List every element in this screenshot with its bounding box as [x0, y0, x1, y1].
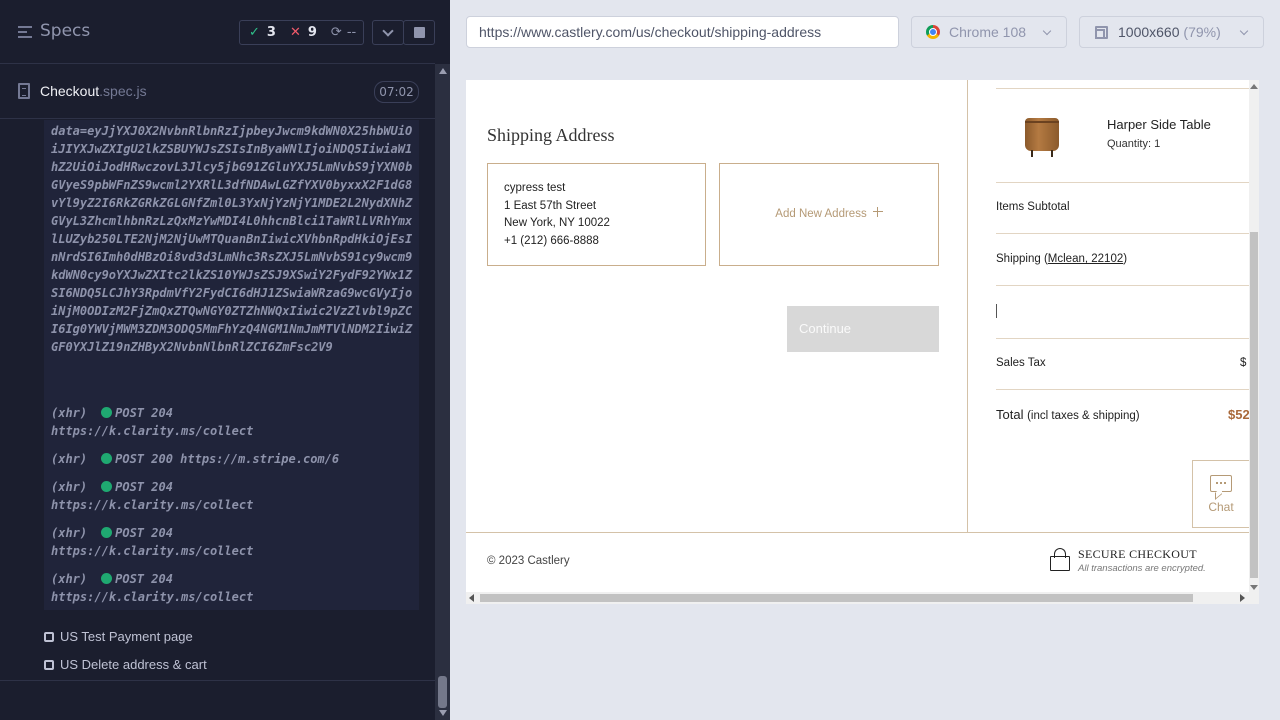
checkbox-icon [44, 660, 54, 670]
scroll-thumb [438, 676, 447, 708]
divider [996, 389, 1249, 390]
log-entry[interactable]: (xhr) POST 204 https://k.clarity.ms/collec… [51, 404, 253, 440]
spec-header[interactable]: Checkout.spec.js 07:02 [0, 65, 435, 119]
status-dot-icon [101, 573, 113, 584]
spec-filename: Checkout.spec.js [40, 83, 147, 99]
chevron-down-icon [1239, 26, 1249, 36]
app-preview: Shipping Address cypress test 1 East 57t… [466, 80, 1259, 604]
document-icon [18, 83, 30, 99]
copyright: © 2023 Castlery [487, 555, 570, 567]
page-title: Shipping Address [487, 125, 615, 145]
chat-bubble-icon [1210, 475, 1232, 492]
secure-checkout-subtitle: All transactions are encrypted. [1078, 563, 1206, 574]
spinner-icon: ⟳ [330, 25, 342, 40]
log-entry[interactable]: (xhr) POST 200 https://m.stripe.com/6 [51, 450, 339, 468]
product-quantity: Quantity: 1 [1107, 138, 1161, 150]
column-divider [967, 80, 968, 532]
status-dot-icon [101, 453, 113, 464]
test-runner-pane: Specs ✓ 3 ✕ 9 ⟳ -- Checkout.spec.js 07:0… [0, 0, 450, 720]
chat-button[interactable]: Chat [1192, 460, 1250, 528]
status-dot-icon [101, 527, 113, 538]
total-value: $52 [1228, 407, 1250, 422]
scrollbar-corner [1249, 592, 1259, 604]
scroll-thumb [480, 594, 1193, 602]
chrome-icon [926, 25, 940, 39]
request-payload: data=eyJjYXJ0X2NvbnRlbnRzIjpbeyJwcm9kdWN… [51, 124, 413, 354]
check-icon: ✓ [249, 25, 260, 40]
sales-tax-value: $ [1240, 357, 1247, 369]
scroll-down-icon [1250, 585, 1258, 590]
test-item[interactable]: US Test Payment page [44, 629, 193, 644]
scroll-left-icon [469, 594, 474, 602]
log-entry[interactable]: (xhr) POST 204 https://k.clarity.ms/collec… [51, 524, 253, 560]
cross-icon: ✕ [289, 25, 301, 40]
subtotal-label: Items Subtotal [996, 201, 1070, 213]
specs-menu-icon[interactable] [18, 26, 32, 38]
product-image [1023, 113, 1061, 157]
chevron-down-icon [382, 25, 394, 37]
test-stats: ✓ 3 ✕ 9 ⟳ -- [239, 20, 364, 45]
shipping-location-link[interactable]: Mclean, 22102 [1048, 253, 1123, 265]
preview-horizontal-scrollbar[interactable] [466, 592, 1249, 604]
status-dot-icon [101, 407, 113, 418]
continue-button[interactable]: Continue [787, 306, 939, 352]
scroll-up-icon [1250, 84, 1258, 89]
divider [996, 233, 1249, 234]
lock-icon [1050, 548, 1070, 571]
add-new-address-button[interactable]: Add New Address [719, 163, 939, 266]
scroll-right-icon [1240, 594, 1245, 602]
expand-button[interactable] [372, 20, 404, 45]
stop-icon [414, 27, 425, 38]
browser-selector[interactable]: Chrome 108 [911, 16, 1067, 48]
promo-code-input[interactable] [996, 304, 997, 318]
divider [996, 88, 1249, 89]
product-name[interactable]: Harper Side Table [1107, 117, 1211, 132]
specs-title[interactable]: Specs [40, 21, 90, 41]
divider [996, 338, 1249, 339]
runner-scrollbar[interactable] [435, 64, 450, 720]
spec-duration: 07:02 [374, 81, 419, 103]
viewport-selector[interactable]: 1000x660 (79%) [1079, 16, 1264, 48]
saved-address-card[interactable]: cypress test 1 East 57th Street New York… [487, 163, 706, 266]
secure-checkout-title: SECURE CHECKOUT [1078, 547, 1197, 561]
runner-header: Specs ✓ 3 ✕ 9 ⟳ -- [0, 0, 435, 64]
scroll-down-icon [439, 710, 447, 716]
pending-stat: ⟳ -- [330, 25, 357, 40]
viewport-icon [1095, 26, 1108, 39]
chevron-down-icon [1042, 26, 1052, 36]
test-item[interactable]: US Delete address & cart [44, 657, 207, 672]
stop-button[interactable] [403, 20, 435, 45]
sales-tax-label: Sales Tax [996, 357, 1046, 369]
footer-divider [466, 532, 1259, 533]
checkbox-icon [44, 632, 54, 642]
shipping-label: Shipping (Mclean, 22102) [996, 253, 1128, 265]
preview-vertical-scrollbar[interactable] [1249, 80, 1259, 592]
divider [996, 182, 1249, 183]
url-bar[interactable]: https://www.castlery.com/us/checkout/shi… [466, 16, 899, 48]
total-label: Total (incl taxes & shipping) [996, 407, 1140, 422]
scroll-up-icon [439, 68, 447, 74]
failed-stat: ✕ 9 [289, 25, 317, 40]
divider [996, 285, 1249, 286]
scroll-thumb [1250, 232, 1258, 578]
log-entry[interactable]: (xhr) POST 204 https://k.clarity.ms/collec… [51, 478, 253, 514]
passed-stat: ✓ 3 [249, 25, 276, 40]
divider [0, 680, 435, 681]
status-dot-icon [101, 481, 113, 492]
plus-icon [872, 207, 883, 217]
log-entry[interactable]: (xhr) POST 204 https://k.clarity.ms/collec… [51, 570, 253, 606]
